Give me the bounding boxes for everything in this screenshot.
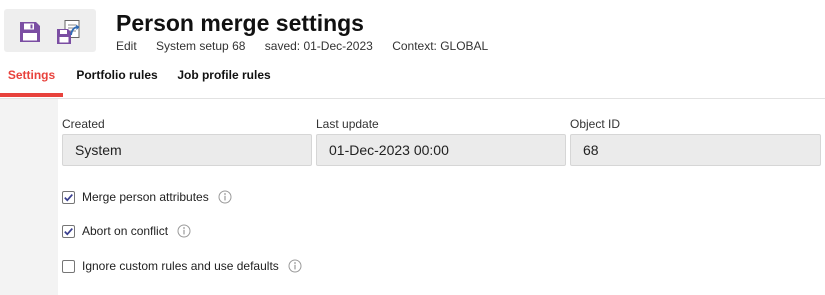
save-button[interactable] xyxy=(16,18,44,46)
tab-portfolio-rules[interactable]: Portfolio rules xyxy=(76,60,158,97)
save-icon xyxy=(20,22,40,42)
tab-job-profile-rules[interactable]: Job profile rules xyxy=(176,60,272,97)
last-update-label: Last update xyxy=(316,117,379,131)
checkmark-icon xyxy=(64,227,73,235)
info-icon[interactable] xyxy=(177,224,191,238)
option-ignore-custom-rules: Ignore custom rules and use defaults xyxy=(62,257,302,275)
meta-setup: System setup 68 xyxy=(156,39,246,53)
merge-person-attributes-label: Merge person attributes xyxy=(82,190,209,204)
info-icon[interactable] xyxy=(218,190,232,204)
tab-bar: Settings Portfolio rules Job profile rul… xyxy=(0,60,825,99)
meta-mode: Edit xyxy=(116,39,137,53)
created-field: System xyxy=(62,134,312,166)
created-label: Created xyxy=(62,117,105,131)
ignore-custom-rules-checkbox[interactable] xyxy=(62,259,75,273)
abort-on-conflict-label: Abort on conflict xyxy=(82,224,169,238)
last-update-field: 01-Dec-2023 00:00 xyxy=(316,134,566,166)
ignore-custom-rules-label: Ignore custom rules and use defaults xyxy=(82,259,279,273)
object-id-field: 68 xyxy=(570,134,821,166)
object-id-label: Object ID xyxy=(570,117,621,131)
abort-on-conflict-checkbox[interactable] xyxy=(62,224,75,238)
save-as-button[interactable] xyxy=(55,18,83,46)
tab-settings[interactable]: Settings xyxy=(0,60,63,97)
meta-context: Context: GLOBAL xyxy=(392,39,489,53)
page-title: Person merge settings xyxy=(116,10,364,36)
option-merge-person-attributes: Merge person attributes xyxy=(62,188,232,206)
option-abort-on-conflict: Abort on conflict xyxy=(62,222,191,240)
active-tab-indicator xyxy=(0,93,63,97)
info-icon[interactable] xyxy=(288,259,302,273)
left-panel xyxy=(0,99,58,295)
checkmark-icon xyxy=(64,193,73,201)
merge-person-attributes-checkbox[interactable] xyxy=(62,190,75,204)
meta-saved: saved: 01-Dec-2023 xyxy=(264,39,373,53)
toolbar xyxy=(4,9,96,52)
save-as-icon xyxy=(57,20,80,44)
page-meta: Edit System setup 68 saved: 01-Dec-2023 … xyxy=(116,39,504,53)
